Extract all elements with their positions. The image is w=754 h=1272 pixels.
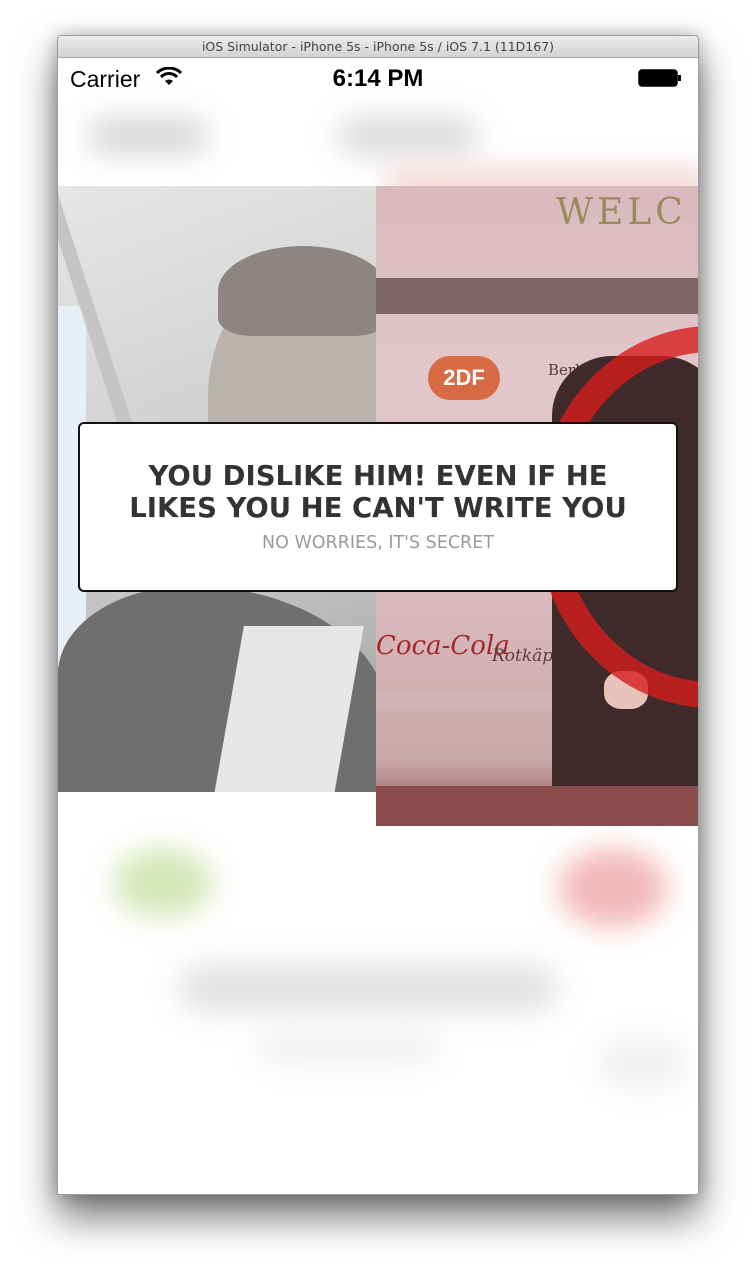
battery-icon	[638, 69, 681, 87]
status-bar: Carrier 6:14 PM	[58, 58, 698, 98]
window-title: iOS Simulator - iPhone 5s - iPhone 5s / …	[58, 36, 698, 58]
blurred-corner-element	[598, 1038, 688, 1088]
zdf-logo: 2DF	[428, 356, 500, 400]
blurred-header-center	[338, 116, 478, 156]
blurred-action-button	[178, 963, 558, 1013]
photo-floor	[376, 786, 698, 826]
simulator-window: iOS Simulator - iPhone 5s - iPhone 5s / …	[57, 35, 699, 1195]
alert-subtitle: NO WORRIES, IT'S SECRET	[262, 533, 494, 553]
dislike-alert-card[interactable]: YOU DISLIKE HIM! EVEN IF HE LIKES YOU HE…	[78, 422, 678, 592]
backdrop-welcome-text: WELC	[556, 192, 687, 233]
photo-hair	[218, 246, 376, 336]
device-screen: Carrier 6:14 PM WELC 2DF Coca-Cola Rotkä…	[58, 58, 698, 1194]
cocacola-logo: Coca-Cola	[376, 631, 510, 661]
blurred-secondary-text	[258, 1033, 438, 1063]
status-time: 6:14 PM	[332, 65, 424, 92]
blurred-like-button	[113, 848, 213, 918]
blurred-dislike-button	[558, 848, 668, 928]
blurred-header-left	[88, 116, 208, 156]
alert-title: YOU DISLIKE HIM! EVEN IF HE LIKES YOU HE…	[129, 460, 627, 524]
backdrop-stripe	[376, 278, 698, 314]
